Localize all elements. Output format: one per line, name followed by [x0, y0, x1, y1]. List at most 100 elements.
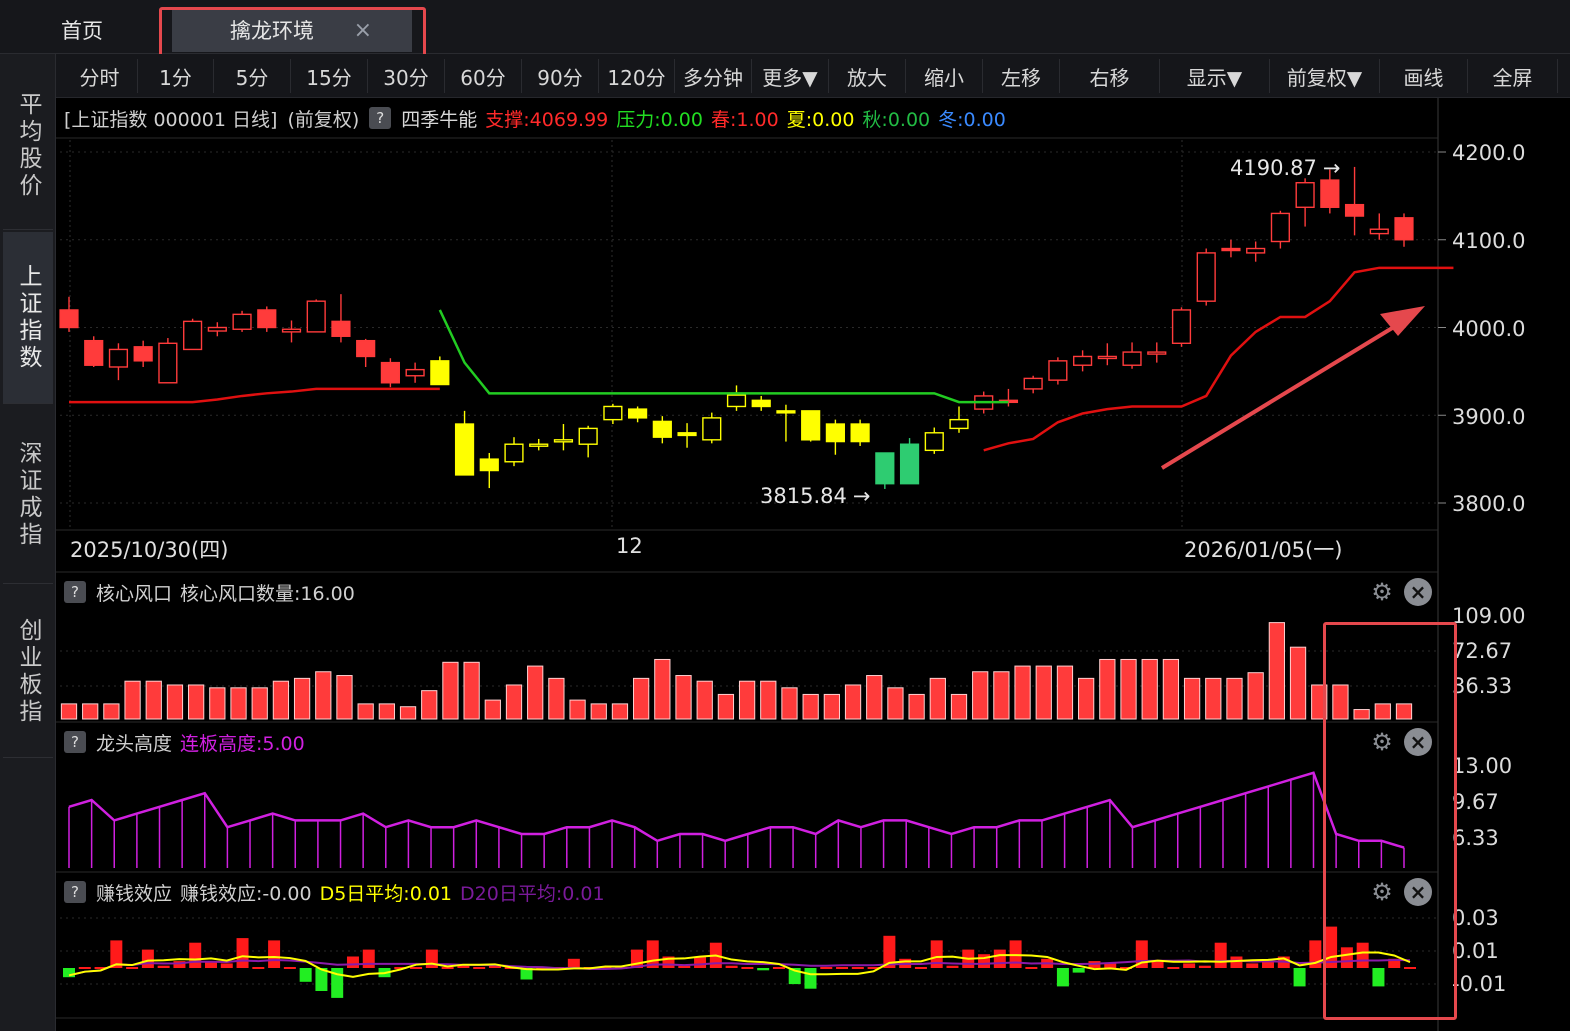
- sidebar-item-avg-price[interactable]: 平均股价: [3, 62, 53, 230]
- sidebar-item-cyb-index[interactable]: 创业板指: [3, 586, 53, 758]
- earn-bar: [630, 949, 643, 968]
- core-wind-bar: [781, 687, 798, 720]
- price-axis-label: 4100.0: [1452, 229, 1526, 253]
- spring-value: 春:1.00: [710, 108, 779, 131]
- btn-15min[interactable]: 15分: [291, 59, 368, 93]
- support-line: [69, 387, 440, 404]
- earn-bar: [220, 963, 233, 968]
- tab-home[interactable]: 首页: [20, 8, 144, 52]
- p1-axis-label: 72.67: [1452, 639, 1513, 663]
- candle-body: [183, 320, 203, 351]
- earn-bar: [883, 935, 896, 968]
- core-wind-bar: [993, 671, 1010, 720]
- earn-bar: [189, 942, 202, 968]
- candle-body: [529, 443, 549, 447]
- highlight-box-tab: [159, 7, 426, 58]
- earn-bar: [725, 965, 738, 968]
- trend-arrow: [1160, 306, 1425, 470]
- btn-more[interactable]: 更多▼: [752, 59, 829, 93]
- help-icon[interactable]: ?: [64, 581, 86, 603]
- sidebar-item-sh-index[interactable]: 上证指数: [3, 232, 53, 404]
- candle-body: [232, 313, 252, 330]
- btn-fenshi[interactable]: 分时: [62, 59, 138, 93]
- core-wind-bar: [1141, 658, 1158, 720]
- btn-zoom-in[interactable]: 放大: [829, 59, 906, 93]
- core-wind-bar: [1268, 622, 1285, 720]
- core-wind-bar: [887, 687, 904, 720]
- candle-body: [1023, 377, 1043, 390]
- btn-90min[interactable]: 90分: [522, 59, 599, 93]
- help-icon[interactable]: ?: [369, 107, 392, 129]
- support-line: [983, 266, 1454, 452]
- candle-body: [578, 427, 598, 445]
- btn-1min[interactable]: 1分: [138, 59, 214, 93]
- btn-60min[interactable]: 60分: [445, 59, 522, 93]
- tab-home-label: 首页: [61, 19, 103, 43]
- pressure-line: [438, 309, 1009, 404]
- core-wind-bar: [1014, 665, 1031, 720]
- btn-multi-min[interactable]: 多分钟: [675, 59, 752, 93]
- earn-bar: [362, 949, 375, 968]
- candle-body: [479, 458, 499, 472]
- earn-bar: [204, 961, 217, 968]
- help-icon[interactable]: ?: [64, 881, 86, 903]
- btn-zoom-out[interactable]: 缩小: [906, 59, 983, 93]
- core-wind-bar: [1078, 677, 1095, 720]
- earn-bar: [1214, 942, 1227, 968]
- candle-body: [454, 423, 475, 476]
- earn-bar: [1230, 956, 1243, 968]
- candle-body: [133, 346, 153, 362]
- core-wind-bar: [1247, 672, 1264, 720]
- candle-body: [949, 418, 969, 430]
- gear-icon[interactable]: ⚙: [1368, 578, 1396, 606]
- candle-body: [84, 339, 104, 366]
- btn-120min[interactable]: 120分: [599, 59, 675, 93]
- candle-body: [1246, 247, 1266, 254]
- earn-bar: [646, 940, 659, 968]
- candle-body: [1073, 355, 1093, 366]
- candle-body: [430, 360, 450, 386]
- earn-bar: [268, 940, 281, 968]
- btn-display[interactable]: 显示▼: [1160, 59, 1270, 93]
- candle-body: [331, 320, 351, 337]
- p1-axis-label: 36.33: [1452, 674, 1513, 698]
- btn-forward-adjust[interactable]: 前复权▼: [1270, 59, 1380, 93]
- btn-move-right[interactable]: 右移: [1060, 59, 1160, 93]
- earn-bar: [788, 968, 801, 985]
- core-wind-bar: [1183, 677, 1201, 720]
- panel-dragon-height-header: ? 龙头高度 连板高度:5.00: [56, 724, 1438, 760]
- core-wind-bar: [145, 680, 162, 720]
- earn-bar: [567, 958, 580, 968]
- date-label-end: 2026/01/05(一): [1184, 538, 1343, 562]
- btn-fullscreen[interactable]: 全屏: [1468, 59, 1558, 93]
- earn-bar: [1041, 958, 1054, 968]
- high-annotation: 4190.87 →: [1230, 156, 1341, 180]
- core-wind-bar: [209, 687, 226, 720]
- panel-name: 核心风口: [96, 582, 173, 605]
- btn-5min[interactable]: 5分: [214, 59, 291, 93]
- panel-metric: 连板高度:5.00: [180, 732, 305, 755]
- core-wind-bar: [950, 693, 968, 720]
- earn-bar: [1135, 940, 1148, 968]
- btn-30min[interactable]: 30分: [368, 59, 445, 93]
- btn-draw[interactable]: 画线: [1380, 59, 1468, 93]
- earn-bar: [378, 968, 391, 978]
- p2-axis-label: 6.33: [1452, 826, 1499, 850]
- winter-value: 冬:0.00: [938, 108, 1006, 131]
- earn-bar: [978, 954, 991, 968]
- earn-bar: [962, 949, 975, 968]
- core-wind-bar: [866, 675, 883, 720]
- help-icon[interactable]: ?: [64, 731, 86, 753]
- core-wind-bar: [103, 703, 120, 720]
- sidebar-item-sz-index[interactable]: 深证成指: [3, 406, 53, 584]
- panel-name: 龙头高度: [96, 732, 173, 755]
- core-wind-bar: [188, 684, 205, 720]
- core-wind-bar: [908, 693, 925, 720]
- core-wind-bar: [1226, 677, 1243, 720]
- close-icon[interactable]: ×: [1404, 578, 1432, 606]
- candle-body: [652, 420, 672, 438]
- candle-body: [726, 394, 747, 408]
- core-wind-bar: [82, 703, 99, 720]
- p2-axis-label: 13.00: [1452, 754, 1513, 778]
- btn-move-left[interactable]: 左移: [983, 59, 1060, 93]
